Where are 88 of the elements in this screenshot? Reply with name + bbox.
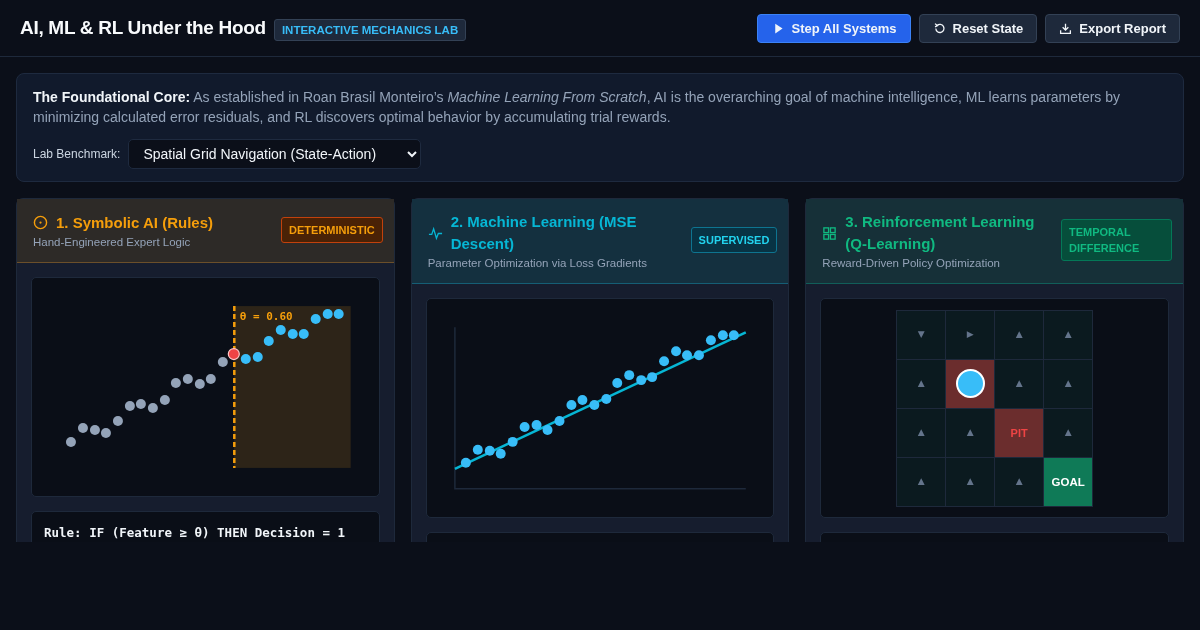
- data-point: [658, 356, 669, 367]
- lab-badge: INTERACTIVE MECHANICS LAB: [273, 19, 467, 41]
- benchmark-select[interactable]: Spatial Grid Navigation (State-Action): [128, 139, 422, 169]
- data-point: [554, 415, 565, 426]
- data-point: [205, 374, 216, 384]
- policy-arrow: ▲: [1015, 379, 1023, 388]
- data-point: [310, 314, 321, 325]
- panel-subtitle: Parameter Optimization via Loss Gradients: [427, 257, 648, 269]
- data-point: [287, 329, 298, 340]
- panel-title: 2. Machine Learning (MSE Descent): [450, 212, 638, 254]
- data-point: [112, 415, 123, 426]
- data-point: [182, 374, 193, 384]
- data-point: [495, 448, 506, 459]
- policy-arrow: ▲: [966, 428, 974, 437]
- data-point: [484, 445, 495, 456]
- data-point: [728, 330, 739, 341]
- data-point: [635, 375, 646, 386]
- panel-title: 3. Reinforcement Learning (Q-Learning): [845, 212, 1036, 254]
- data-point: [333, 309, 344, 320]
- data-point: [217, 357, 228, 367]
- policy-arrow: ▲: [917, 477, 925, 486]
- data-point: [566, 400, 577, 410]
- mode-tag: SUPERVISED: [690, 227, 778, 253]
- panel-subtitle: Reward-Driven Policy Optimization: [822, 257, 1001, 269]
- data-point: [263, 336, 274, 347]
- agent-marker: [955, 369, 985, 398]
- benchmark-label: Lab Benchmark:: [33, 147, 121, 161]
- data-point: [601, 394, 611, 404]
- goal-label: GOAL: [1051, 475, 1085, 488]
- data-point: [170, 378, 181, 388]
- data-point: [322, 309, 333, 320]
- data-point: [65, 436, 76, 447]
- data-point: [460, 457, 471, 468]
- pit-label: PIT: [1010, 426, 1028, 439]
- data-point: [77, 422, 88, 433]
- data-point: [531, 419, 542, 430]
- data-point: [100, 427, 111, 438]
- data-point: [275, 325, 286, 336]
- reset-icon: [932, 21, 946, 35]
- action-button[interactable]: Export Report: [1045, 13, 1180, 43]
- app-title: AI, ML & RL Under the Hood: [20, 17, 266, 39]
- data-point: [705, 335, 716, 346]
- data-point: [717, 330, 728, 341]
- panel-subtitle: Hand-Engineered Expert Logic: [33, 235, 192, 248]
- data-point: [589, 400, 599, 410]
- data-point: [124, 401, 135, 411]
- data-point: [542, 424, 553, 435]
- action-button[interactable]: Step All Systems: [756, 13, 911, 43]
- data-point: [681, 350, 692, 361]
- data-point: [646, 372, 657, 383]
- data-point: [577, 395, 588, 405]
- data-point: [135, 399, 146, 409]
- policy-arrow: ▲: [917, 379, 925, 388]
- data-point: [298, 329, 309, 340]
- intro-paragraph: The Foundational Core: As established in Roan Brasil Monteiro’s Machine Learning From Scratch, AI is the overarching goal of machine intelligence, ML learns parameters by minimizing calculated error residuals, and RL discovers optimal behavior by accumulating trial rewards.: [33, 88, 1122, 127]
- action-button[interactable]: Reset State: [918, 13, 1038, 43]
- data-point: [240, 354, 251, 364]
- rule-text: Rule: IF (Feature ≥ θ) THEN Decision = 1: [44, 525, 347, 540]
- data-point: [670, 346, 681, 357]
- policy-arrow: ▶: [966, 330, 974, 339]
- threshold-label: θ = 0.60: [239, 310, 293, 324]
- policy-arrow: ▼: [917, 330, 925, 339]
- data-point: [507, 436, 518, 447]
- data-point: [89, 424, 100, 435]
- policy-arrow: ▲: [966, 477, 974, 486]
- policy-arrow: ▲: [1015, 330, 1023, 339]
- data-point: [693, 350, 704, 361]
- info-icon: [33, 215, 48, 230]
- grid-icon: [822, 225, 838, 241]
- policy-arrow: ▲: [1064, 330, 1072, 339]
- data-point: [611, 378, 622, 389]
- mode-tag: TEMPORAL DIFFERENCE: [1061, 219, 1172, 261]
- data-point: [194, 379, 205, 389]
- data-point: [159, 395, 170, 405]
- data-point: [472, 444, 483, 455]
- pulse-icon: [427, 225, 443, 241]
- policy-arrow: ▲: [1015, 477, 1023, 486]
- data-point: [147, 403, 158, 413]
- boundary-point: [227, 347, 240, 361]
- data-point: [623, 370, 634, 381]
- policy-arrow: ▲: [917, 428, 925, 437]
- policy-arrow: ▲: [1064, 379, 1072, 388]
- panel-title: 1. Symbolic AI (Rules): [56, 212, 213, 233]
- data-point: [252, 352, 263, 362]
- mode-tag: DETERMINISTIC: [281, 216, 383, 243]
- download-icon: [1059, 21, 1073, 35]
- policy-arrow: ▲: [1064, 428, 1072, 437]
- data-point: [519, 421, 530, 432]
